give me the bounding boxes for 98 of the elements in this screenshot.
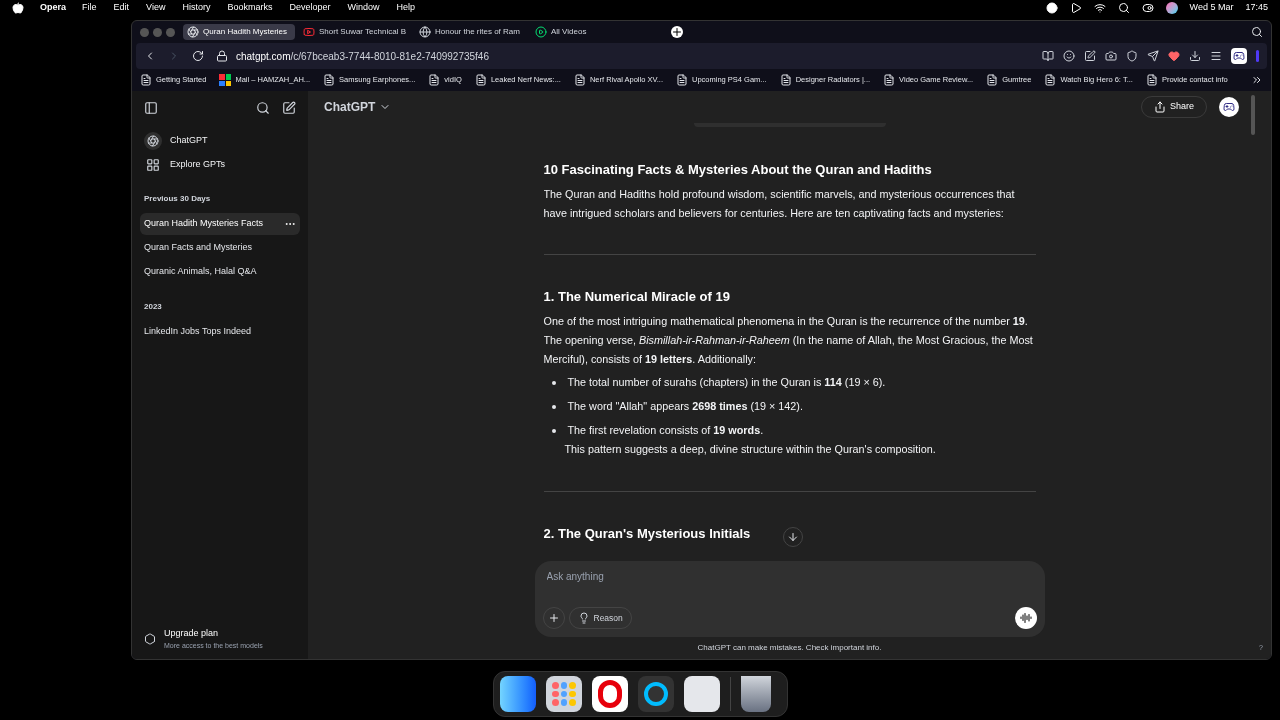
chat-history-item[interactable]: LinkedIn Jobs Tops Indeed xyxy=(140,321,300,343)
scroll-down-button[interactable] xyxy=(783,527,803,547)
avatar-icon[interactable] xyxy=(1219,97,1239,117)
upgrade-title[interactable]: Upgrade plan xyxy=(164,627,263,641)
grid-icon xyxy=(146,158,160,172)
bullet-text: The total number of surahs (chapters) in the Quran is 114 (19 × 6). xyxy=(567,375,886,390)
sidebar-toggle-icon[interactable] xyxy=(144,101,158,115)
section-paragraph: One of the most intriguing mathematical phenomena in the Quran is the recurrence of the number 19. The opening verse, Bismillah-ir-Rahman-ir-Raheem (In the name of Allah, the Most Gracious, the Most Merciful), consists of 19 letters. Additionally: xyxy=(543,314,1034,367)
trash-icon[interactable] xyxy=(741,676,771,712)
send-icon[interactable] xyxy=(1147,50,1159,62)
article-title: 10 Fascinating Facts & Mysteries About the Quran and Hadiths xyxy=(543,161,933,179)
page-icon xyxy=(676,74,688,86)
menu-app-name[interactable]: Opera xyxy=(40,0,66,15)
wifi-icon[interactable] xyxy=(1093,1,1106,14)
menubar-date[interactable]: Wed 5 Mar xyxy=(1189,0,1234,15)
apple-logo-icon[interactable] xyxy=(12,1,24,14)
page-icon xyxy=(323,74,336,86)
upgrade-icon[interactable] xyxy=(144,633,156,645)
bullet-text: The word "Allah" appears 2698 times (19 × 142). xyxy=(567,399,803,414)
tiles-icon xyxy=(219,74,232,86)
section-heading: 2023 xyxy=(143,301,163,313)
edit-icon[interactable] xyxy=(1084,50,1096,62)
more-bookmarks-icon[interactable] xyxy=(1251,74,1263,86)
page-icon xyxy=(1145,74,1158,86)
browser-tab[interactable]: Short Suwar Technical B xyxy=(299,24,411,40)
heart-icon[interactable] xyxy=(1168,50,1180,62)
sidebar-nav-item[interactable]: Explore GPTs xyxy=(140,153,300,177)
book-icon[interactable] xyxy=(1042,50,1054,62)
close-window-button[interactable] xyxy=(140,27,149,37)
reload-icon[interactable] xyxy=(192,50,204,62)
toggle-icon[interactable] xyxy=(1141,1,1154,14)
download-icon[interactable] xyxy=(1189,50,1201,62)
app-grid-icon[interactable] xyxy=(546,676,582,712)
zoom-window-button[interactable] xyxy=(166,27,175,37)
page-icon xyxy=(140,74,152,86)
lens-app-icon[interactable] xyxy=(638,676,674,712)
camera-icon[interactable] xyxy=(1105,50,1117,62)
section-heading: Previous 30 Days xyxy=(143,193,212,205)
menu-item[interactable]: File xyxy=(82,0,97,15)
menubar-time[interactable]: 17:45 xyxy=(1245,0,1268,15)
share-icon xyxy=(1153,101,1166,113)
audio-wave-icon xyxy=(1019,612,1032,624)
page-icon xyxy=(779,74,792,86)
menu-item[interactable]: Developer xyxy=(289,0,331,15)
section-note: This pattern suggests a deep, divine structure within the Quran's composition. xyxy=(563,442,937,457)
browser-tab[interactable]: All Videos xyxy=(531,24,643,40)
model-selector[interactable]: ChatGPT xyxy=(324,98,392,116)
shield-icon[interactable] xyxy=(1126,50,1138,62)
section-heading: 1. The Numerical Miracle of 19 xyxy=(543,288,731,306)
chat-history-item[interactable]: Quran Facts and Mysteries xyxy=(140,237,300,259)
browser-tab[interactable]: Honour the rites of Ram xyxy=(415,24,527,40)
menu-item[interactable]: Bookmarks xyxy=(227,0,273,15)
page-icon xyxy=(883,74,896,86)
lock-icon xyxy=(216,50,228,62)
smiley-icon[interactable] xyxy=(1063,50,1075,62)
search-icon[interactable] xyxy=(256,101,270,115)
chat-history-item[interactable]: Quranic Animals, Halal Q&A xyxy=(140,261,300,283)
message-input[interactable]: Ask anything xyxy=(542,569,1037,584)
chat-logo-icon xyxy=(187,26,199,38)
page-icon xyxy=(1044,74,1057,86)
orb-icon[interactable] xyxy=(1165,1,1178,14)
lightbulb-icon xyxy=(577,612,590,624)
page-icon xyxy=(474,74,487,86)
scrollbar xyxy=(1251,95,1255,135)
gamepad-icon[interactable] xyxy=(1231,48,1247,64)
ring-app-icon[interactable] xyxy=(592,676,628,712)
new-chat-icon[interactable] xyxy=(282,101,296,115)
search-icon[interactable] xyxy=(1117,1,1130,14)
search-icon[interactable] xyxy=(1251,26,1263,38)
page-icon xyxy=(573,74,586,86)
video-play-icon xyxy=(303,26,315,38)
menu-icon[interactable] xyxy=(1210,50,1222,62)
new-tab-icon[interactable] xyxy=(671,26,683,38)
menu-item[interactable]: History xyxy=(182,0,211,15)
plus-icon xyxy=(547,612,560,624)
record-icon[interactable] xyxy=(1045,1,1058,14)
sidebar-nav-item[interactable]: ChatGPT xyxy=(140,129,300,153)
play-icon xyxy=(535,26,547,38)
browser-tab[interactable]: Quran Hadith Mysteries xyxy=(183,24,295,40)
arrow-down-icon xyxy=(787,531,799,543)
chat-logo-icon xyxy=(144,132,162,150)
menu-item[interactable]: View xyxy=(146,0,166,15)
globe-icon xyxy=(419,26,431,38)
menu-item[interactable]: Window xyxy=(347,0,380,15)
voice-button[interactable] xyxy=(1014,607,1037,629)
url-field[interactable]: chatgpt.com/c/67bceab3-7744-8010-81e2-740992735f46 xyxy=(216,48,489,64)
bullet-text: The first revelation consists of 19 words. xyxy=(567,423,764,438)
section-heading: 2. The Quran's Mysterious Initials xyxy=(543,525,751,543)
minimize-window-button[interactable] xyxy=(153,27,162,37)
menu-item[interactable]: Help xyxy=(396,0,415,15)
menu-item[interactable]: Edit xyxy=(113,0,130,15)
chat-history-item[interactable]: Quran Hadith Mysteries Facts xyxy=(140,213,300,235)
page-icon xyxy=(428,74,441,86)
page-icon xyxy=(986,74,999,86)
disclaimer-text: ChatGPT can make mistakes. Check important info. xyxy=(697,642,882,654)
sidebar-indicator xyxy=(1256,50,1259,62)
intro-paragraph: The Quran and Hadiths hold profound wisdom, scientific marvels, and mysterious occurrences that have intrigued scholars and believers for centuries. Here are ten captivating facts and mysteries: xyxy=(543,187,1016,221)
play-icon[interactable] xyxy=(1069,1,1082,14)
